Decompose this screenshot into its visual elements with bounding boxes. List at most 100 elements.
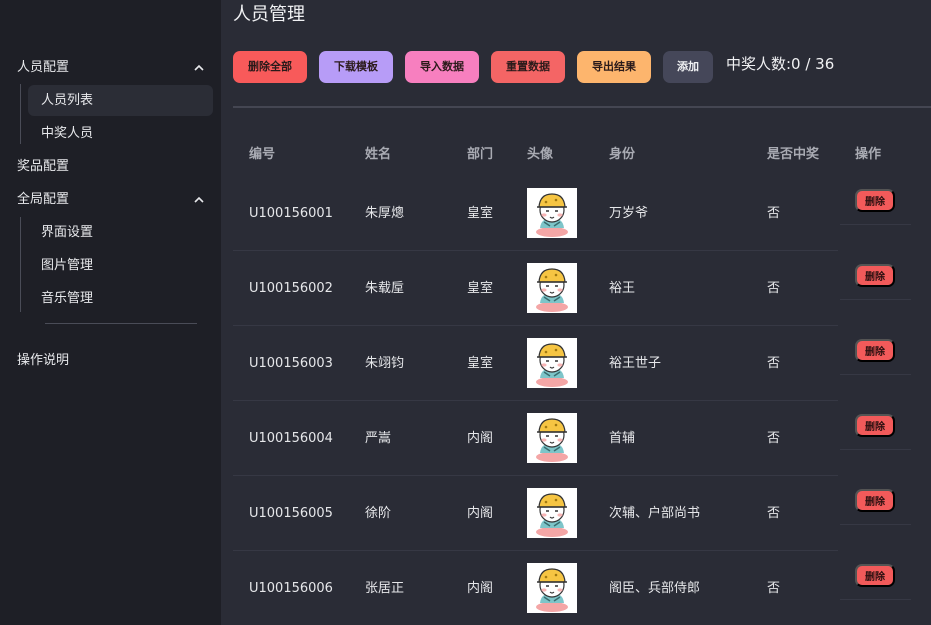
cell-dept: 皇室 <box>467 206 494 221</box>
table-header: 编号 姓名 部门 头像 身份 是否中奖 操作 <box>233 133 931 176</box>
toolbar: 删除全部 下载模板 导入数据 重置数据 导出结果 添加 中奖人数:0 / 36 <box>233 51 923 83</box>
cell-dept: 内阁 <box>467 581 494 596</box>
row-divider <box>840 599 911 600</box>
cell-dept: 内阁 <box>467 431 494 446</box>
avatar <box>527 263 577 313</box>
sidebar-item-person-list[interactable]: 人员列表 <box>28 85 213 116</box>
sidebar-item-label: 人员列表 <box>41 93 94 108</box>
cell-identity: 首辅 <box>609 431 636 446</box>
menu-divider <box>45 323 197 324</box>
sidebar-item-label: 音乐管理 <box>41 291 94 306</box>
sidebar-item-winners[interactable]: 中奖人员 <box>28 118 213 149</box>
column-header-won: 是否中奖 <box>767 147 820 162</box>
cell-identity: 裕王世子 <box>609 356 662 371</box>
cartoon-avatar-icon <box>527 488 577 538</box>
menu-personnel-config[interactable]: 人员配置 <box>17 58 213 78</box>
import-data-button[interactable]: 导入数据 <box>405 51 479 83</box>
row-divider <box>840 299 911 300</box>
avatar <box>527 488 577 538</box>
menu-prize-config[interactable]: 奖品配置 <box>17 157 213 177</box>
cell-id: U100156002 <box>249 281 333 296</box>
add-button[interactable]: 添加 <box>663 51 713 83</box>
delete-row-button[interactable]: 删除 <box>855 189 895 212</box>
row-divider <box>840 374 911 375</box>
cell-identity: 阁臣、兵部侍郎 <box>609 581 701 596</box>
row-divider <box>840 524 911 525</box>
table-row: U100156006 张居正 内阁 阁臣、兵部侍郎 否 删除 <box>233 551 931 625</box>
sidebar-item-label: 中奖人员 <box>41 126 94 141</box>
chevron-up-icon <box>193 190 205 210</box>
cell-name: 朱翊钧 <box>365 356 405 371</box>
menu-label: 奖品配置 <box>17 159 70 174</box>
reset-data-button[interactable]: 重置数据 <box>491 51 565 83</box>
table-row: U100156002 朱载垕 皇室 裕王 否 删除 <box>233 251 931 326</box>
table-row: U100156003 朱翊钧 皇室 裕王世子 否 删除 <box>233 326 931 401</box>
cell-won: 否 <box>767 431 781 446</box>
cell-id: U100156006 <box>249 581 333 596</box>
cartoon-avatar-icon <box>527 413 577 463</box>
export-results-button[interactable]: 导出结果 <box>577 51 651 83</box>
sidebar-item-music-manage[interactable]: 音乐管理 <box>28 283 213 314</box>
cell-name: 徐阶 <box>365 506 392 521</box>
divider <box>233 106 931 108</box>
main-content: 人员管理 删除全部 下载模板 导入数据 重置数据 导出结果 添加 中奖人数:0 … <box>221 0 931 625</box>
column-header-id: 编号 <box>249 147 276 162</box>
cell-name: 严嵩 <box>365 431 392 446</box>
row-divider <box>840 224 911 225</box>
submenu-guide-line <box>20 84 21 144</box>
cell-name: 朱载垕 <box>365 281 405 296</box>
table-row: U100156004 严嵩 内阁 首辅 否 删除 <box>233 401 931 476</box>
cell-identity: 万岁爷 <box>609 206 649 221</box>
cell-won: 否 <box>767 206 781 221</box>
menu-label: 人员配置 <box>17 60 70 75</box>
column-header-identity: 身份 <box>609 147 636 162</box>
delete-row-button[interactable]: 删除 <box>855 489 895 512</box>
delete-row-button[interactable]: 删除 <box>855 339 895 362</box>
cell-won: 否 <box>767 281 781 296</box>
sidebar-item-label: 界面设置 <box>41 225 94 240</box>
row-divider <box>840 449 911 450</box>
cell-won: 否 <box>767 581 781 596</box>
download-template-button[interactable]: 下载模板 <box>319 51 393 83</box>
app-root: 人员配置 人员列表 中奖人员 奖品配置 全局配置 界面设置 图片管理 音乐管理 … <box>0 0 931 625</box>
cell-id: U100156004 <box>249 431 333 446</box>
column-header-action: 操作 <box>855 147 882 162</box>
sidebar: 人员配置 人员列表 中奖人员 奖品配置 全局配置 界面设置 图片管理 音乐管理 … <box>0 0 221 625</box>
cartoon-avatar-icon <box>527 263 577 313</box>
cell-dept: 皇室 <box>467 281 494 296</box>
cell-won: 否 <box>767 356 781 371</box>
cell-id: U100156001 <box>249 206 333 221</box>
delete-row-button[interactable]: 删除 <box>855 564 895 587</box>
sidebar-item-label: 图片管理 <box>41 258 94 273</box>
delete-row-button[interactable]: 删除 <box>855 264 895 287</box>
cell-name: 朱厚熜 <box>365 206 405 221</box>
cartoon-avatar-icon <box>527 338 577 388</box>
cell-dept: 皇室 <box>467 356 494 371</box>
cartoon-avatar-icon <box>527 563 577 613</box>
delete-row-button[interactable]: 删除 <box>855 414 895 437</box>
column-header-name: 姓名 <box>365 147 392 162</box>
avatar <box>527 563 577 613</box>
cell-name: 张居正 <box>365 581 405 596</box>
avatar <box>527 413 577 463</box>
table-row: U100156001 朱厚熜 皇室 万岁爷 否 删除 <box>233 176 931 251</box>
cell-id: U100156005 <box>249 506 333 521</box>
page-title: 人员管理 <box>233 4 305 25</box>
table-row: U100156005 徐阶 内阁 次辅、户部尚书 否 删除 <box>233 476 931 551</box>
delete-all-button[interactable]: 删除全部 <box>233 51 307 83</box>
column-header-dept: 部门 <box>467 147 494 162</box>
column-header-avatar: 头像 <box>527 147 554 162</box>
submenu-guide-line <box>20 217 21 312</box>
cartoon-avatar-icon <box>527 188 577 238</box>
sidebar-item-ui-settings[interactable]: 界面设置 <box>28 217 213 248</box>
menu-global-config[interactable]: 全局配置 <box>17 190 213 210</box>
winners-counter: 中奖人数:0 / 36 <box>726 55 835 73</box>
avatar <box>527 338 577 388</box>
cell-identity: 裕王 <box>609 281 636 296</box>
menu-instructions[interactable]: 操作说明 <box>17 351 213 371</box>
menu-label: 操作说明 <box>17 353 70 368</box>
cell-dept: 内阁 <box>467 506 494 521</box>
sidebar-item-image-manage[interactable]: 图片管理 <box>28 250 213 281</box>
menu-label: 全局配置 <box>17 192 70 207</box>
cell-identity: 次辅、户部尚书 <box>609 506 701 521</box>
